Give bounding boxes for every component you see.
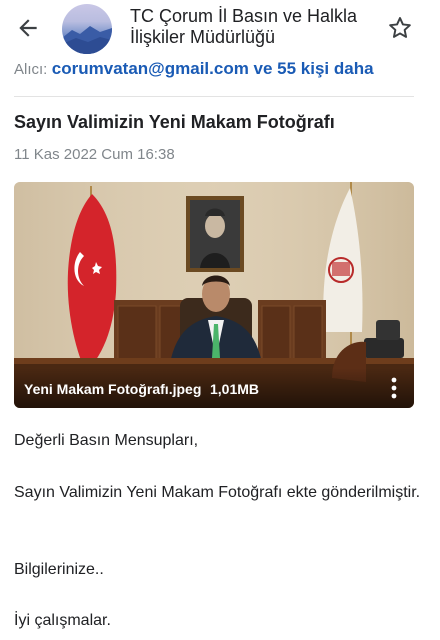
back-button[interactable] <box>8 8 48 48</box>
recipients-line[interactable]: Alıcı: corumvatan@gmail.com ve 55 kişi d… <box>14 58 434 82</box>
attachment-menu-button[interactable] <box>382 374 406 402</box>
recipients-value[interactable]: corumvatan@gmail.com ve 55 kişi daha <box>52 59 374 78</box>
attachment-file-name: Yeni Makam Fotoğrafı.jpeg <box>24 381 202 397</box>
divider <box>14 96 414 97</box>
attachment-file-size: 1,01MB <box>210 381 260 397</box>
body-signoff: İyi çalışmalar. <box>14 612 111 629</box>
arrow-left-icon <box>19 19 37 37</box>
email-subject: Sayın Valimizin Yeni Makam Fotoğrafı <box>14 112 335 132</box>
body-greeting: Değerli Basın Mensupları, <box>14 432 199 449</box>
email-date: 11 Kas 2022 Cum 16:38 <box>14 146 175 163</box>
star-outline-icon <box>389 17 411 38</box>
more-vertical-icon <box>391 377 397 399</box>
body-paragraph: Sayın Valimizin Yeni Makam Fotoğrafı ekt… <box>14 484 421 501</box>
image-attachment[interactable]: Yeni Makam Fotoğrafı.jpeg 1,01MB <box>14 182 414 408</box>
attachment-info-bar: Yeni Makam Fotoğrafı.jpeg 1,01MB <box>14 368 414 408</box>
mountain-avatar-image <box>62 26 112 54</box>
body-closing-note: Bilgilerinize.. <box>14 561 104 578</box>
sender-name[interactable]: TC Çorum İl Basın ve Halkla İlişkiler Mü… <box>130 6 370 48</box>
sender-avatar[interactable] <box>62 4 112 54</box>
recipients-label: Alıcı: <box>14 61 48 78</box>
app-bar: TC Çorum İl Basın ve Halkla İlişkiler Mü… <box>0 0 440 58</box>
star-button[interactable] <box>380 8 420 48</box>
